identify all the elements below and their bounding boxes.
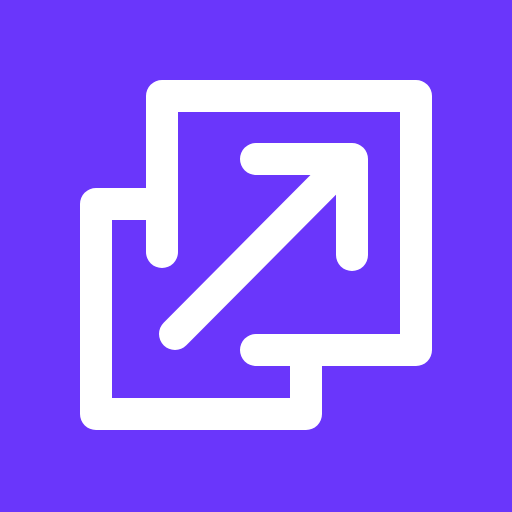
- open-in-new-window-icon: [0, 0, 512, 512]
- app-icon-tile: [0, 0, 512, 512]
